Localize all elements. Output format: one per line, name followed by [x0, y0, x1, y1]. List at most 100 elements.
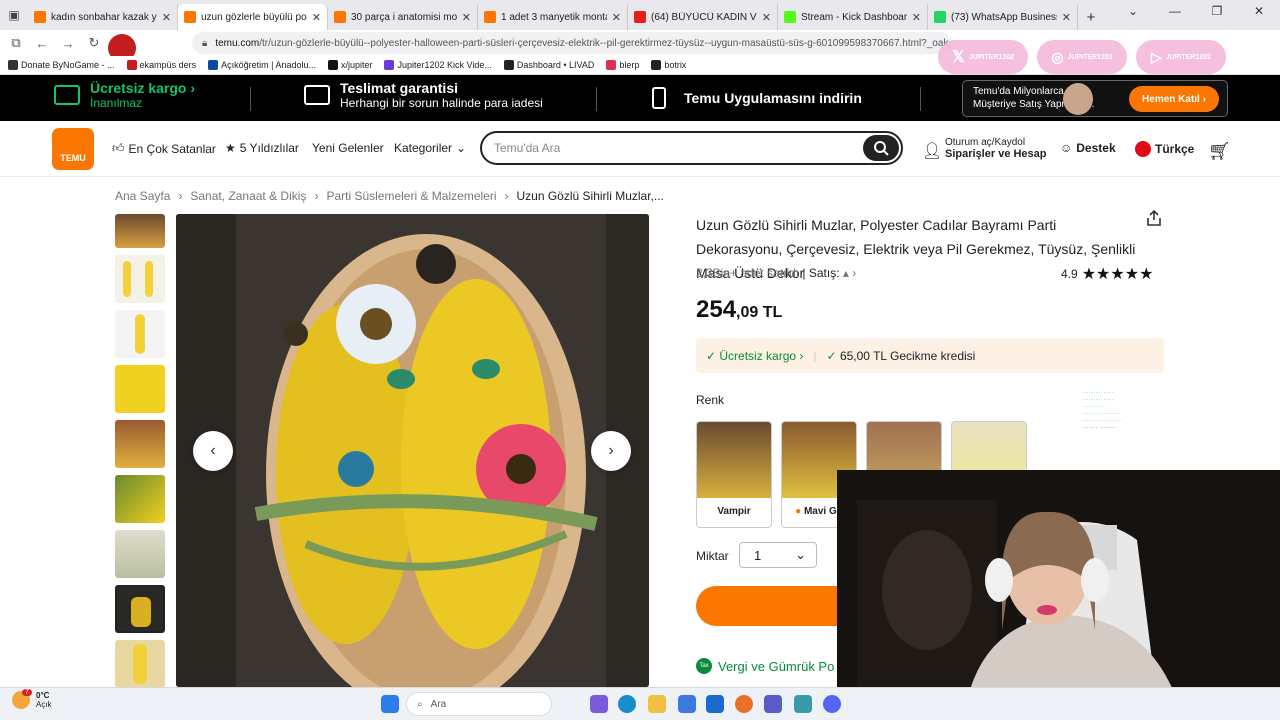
nav-best-sellers[interactable]: 👍︎ En Çok Satanlar [112, 141, 216, 156]
refresh-icon[interactable]: ↻ [86, 35, 102, 51]
tab-close-icon[interactable]: ✕ [1062, 11, 1071, 24]
outlook-icon[interactable] [706, 695, 724, 713]
thumbnail[interactable] [115, 255, 165, 303]
search-button[interactable] [863, 135, 899, 161]
weather-widget[interactable]: 7 0°C Açık [12, 689, 52, 709]
bookmark-item[interactable]: Dashboard • LIVAD [503, 60, 594, 70]
breadcrumb-party[interactable]: Parti Süslemeleri & Malzemeleri [326, 189, 496, 203]
thumbnail[interactable] [115, 214, 165, 248]
url-text: temu.com/tr/uzun-gözlerle-büyülü--polyes… [215, 37, 952, 49]
join-now-button[interactable]: Hemen Katıl › [1129, 86, 1219, 112]
color-option-vampir[interactable]: Vampir [696, 421, 772, 528]
thumbnail[interactable] [115, 530, 165, 578]
url-field[interactable]: 🔒︎ temu.com/tr/uzun-gözlerle-büyülü--pol… [192, 32, 952, 54]
firefox-icon[interactable] [735, 695, 753, 713]
tab-title: 1 adet 3 manyetik montaj dış m [501, 11, 607, 23]
workspaces-icon[interactable]: ⧉ [8, 35, 24, 51]
free-shipping-label[interactable]: ✓ Ücretsiz kargo › [706, 349, 803, 363]
edge-icon[interactable] [618, 695, 636, 713]
tab-close-icon[interactable]: ✕ [162, 11, 171, 24]
tab-close-icon[interactable]: ✕ [612, 11, 621, 24]
copilot-icon[interactable] [590, 695, 608, 713]
close-icon[interactable]: ✕ [1238, 4, 1280, 18]
taskbar-search[interactable]: ⌕ Ara [406, 692, 552, 716]
thumbnail-list [115, 214, 165, 695]
bookmark-icon [651, 60, 662, 70]
language-selector[interactable]: Türkçe [1135, 141, 1194, 157]
thumbnail[interactable] [115, 585, 165, 633]
tab-favicon-icon [634, 11, 646, 23]
tab-close-icon[interactable]: ✕ [312, 11, 321, 24]
browser-tab[interactable]: uzun gözlerle büyülü polyester ✕ [178, 4, 328, 30]
store-icon[interactable] [678, 695, 696, 713]
delivery-guarantee-banner[interactable]: Teslimat garantisi Herhangi bir sorun ha… [304, 80, 543, 110]
browser-tab[interactable]: (73) WhatsApp Business ✕ [928, 4, 1078, 30]
tab-close-icon[interactable]: ✕ [462, 11, 471, 24]
search-input[interactable]: Temu'da Ara [480, 131, 903, 165]
bookmark-item[interactable]: ekampüs ders [126, 60, 196, 70]
tab-title: kadın sonbahar kazak yeni 2025 [51, 11, 157, 23]
minimize-icon[interactable]: — [1154, 4, 1196, 18]
bookmark-item[interactable]: x/jupiter [327, 60, 372, 70]
bookmark-item[interactable]: Jupiter1202 Kick Vide... [384, 60, 492, 70]
nav-categories[interactable]: Kategoriler ⌄ [394, 141, 466, 155]
tab-close-icon[interactable]: ✕ [912, 11, 921, 24]
chevron-down-icon[interactable]: ⌄ [1112, 4, 1154, 18]
delay-credit-label: ✓ 65,00 TL Gecikme kredisi [826, 348, 976, 363]
breadcrumb-current: Uzun Gözlü Sihirli Muzlar,... [516, 189, 664, 203]
tab-favicon-icon [784, 11, 796, 23]
bookmark-icon [503, 60, 514, 70]
product-price: 254,09 TL [696, 296, 783, 323]
back-icon[interactable]: ← [34, 36, 50, 51]
share-icon[interactable] [1145, 209, 1163, 227]
nav-new-arrivals[interactable]: Yeni Gelenler [312, 141, 384, 155]
cart-icon[interactable]: 🛒︎ [1208, 141, 1231, 162]
browser-tab[interactable]: Stream - Kick Dashboard ✕ [778, 4, 928, 30]
new-tab-button[interactable]: + [1078, 4, 1104, 30]
nav-five-stars[interactable]: ★ 5 Yıldızlılar [225, 141, 299, 155]
turkey-flag-icon [1135, 141, 1151, 157]
tab-actions-icon[interactable]: ▣ [0, 0, 28, 30]
seller-link[interactable]: ▴ › [843, 266, 856, 280]
forward-icon[interactable]: → [60, 36, 76, 51]
quantity-select[interactable]: 1 ⌄ [739, 542, 817, 568]
tab-favicon-icon [334, 11, 346, 23]
thumbnail[interactable] [115, 310, 165, 358]
chat-icon: ☺ [1060, 141, 1073, 155]
bookmark-item[interactable]: blerp [606, 60, 639, 70]
bookmark-item[interactable]: Donate ByNoGame - ... [8, 60, 115, 70]
quantity-label: Miktar [696, 549, 729, 563]
app-icon[interactable] [794, 695, 812, 713]
support-link[interactable]: ☺ Destek [1060, 141, 1116, 155]
seller-promo[interactable]: Temu'da Milyonlarca Müşteriye Satış Yapma… [962, 80, 1228, 117]
app-download-banner[interactable]: Temu Uygulamasını indirin [652, 87, 862, 109]
browser-tab[interactable]: kadın sonbahar kazak yeni 2025 ✕ [28, 4, 178, 30]
teams-icon[interactable] [764, 695, 782, 713]
product-rating[interactable]: 4.9 ★★★★★ [1061, 264, 1153, 284]
account-menu[interactable]: 👤︎ Oturum aç/Kaydol Siparişler ve Hesap [922, 137, 1047, 160]
prev-image-button[interactable]: ‹ [193, 431, 233, 471]
windows-start-icon[interactable] [381, 695, 399, 713]
product-main-image[interactable] [176, 214, 649, 687]
thumbnail[interactable] [115, 420, 165, 468]
bookmark-item[interactable]: botrix [651, 60, 686, 70]
tax-info[interactable]: Tax Vergi ve Gümrük Po [696, 658, 834, 674]
thumbnail[interactable] [115, 365, 165, 413]
bookmark-item[interactable]: Açıköğretim | Anadolu... [208, 60, 316, 70]
tab-close-icon[interactable]: ✕ [762, 11, 771, 24]
maximize-icon[interactable]: ❐ [1196, 4, 1238, 18]
browser-tab[interactable]: (64) BÜYÜCÜ KADIN VE CİNLİ K ✕ [628, 4, 778, 30]
breadcrumb-arts[interactable]: Sanat, Zanaat & Dikiş [190, 189, 306, 203]
thumbnail[interactable] [115, 640, 165, 688]
browser-tab[interactable]: 1 adet 3 manyetik montaj dış m ✕ [478, 4, 628, 30]
site-header: TEMU 👍︎ En Çok Satanlar ★ 5 Yıldızlılar Ye… [0, 121, 1280, 177]
thumbnail[interactable] [115, 475, 165, 523]
webcam-overlay [837, 470, 1280, 700]
file-explorer-icon[interactable] [648, 695, 666, 713]
next-image-button[interactable]: › [591, 431, 631, 471]
breadcrumb-home[interactable]: Ana Sayfa [115, 189, 170, 203]
discord-icon[interactable] [823, 695, 841, 713]
temu-logo[interactable]: TEMU [52, 128, 94, 170]
browser-tab[interactable]: 30 parça i anatomisi model seti ✕ [328, 4, 478, 30]
free-shipping-banner[interactable]: Ücretsiz kargo › İnanılmaz [54, 80, 195, 110]
